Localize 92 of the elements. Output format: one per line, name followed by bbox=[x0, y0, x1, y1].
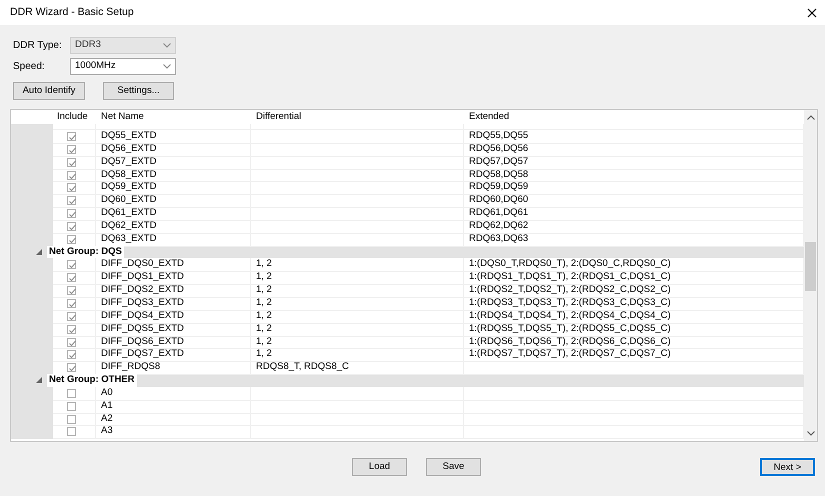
row-header-cell bbox=[11, 425, 53, 440]
footer-button[interactable]: Save bbox=[426, 458, 481, 476]
include-checkbox[interactable] bbox=[67, 427, 76, 436]
include-checkbox[interactable] bbox=[67, 338, 76, 346]
include-checkbox[interactable] bbox=[67, 144, 76, 154]
dropdown: DDR3 bbox=[70, 36, 176, 54]
table-cell: 1:(RDQS2_T,DQS2_T), 2:(RDQS2_C,DQS2_C) bbox=[464, 284, 804, 298]
table-cell: 1:(RDQS4_T,DQS4_T), 2:(RDQS4_C,DQS4_C) bbox=[464, 310, 804, 324]
group-row[interactable]: Net Group: OTHER bbox=[11, 374, 804, 387]
group-label: Net Group: DQS bbox=[47, 246, 124, 258]
group-row[interactable]: Net Group: DQS bbox=[11, 246, 804, 258]
table-cell: DQ61_EXTD bbox=[96, 207, 251, 221]
include-checkbox[interactable] bbox=[67, 298, 76, 308]
table-cell: 1, 2 bbox=[251, 296, 464, 311]
table-cell: 1, 2 bbox=[251, 322, 464, 336]
field-label: Speed: bbox=[13, 60, 46, 74]
table-cell: RDQ56,DQ56 bbox=[464, 142, 804, 157]
include-checkbox[interactable] bbox=[67, 260, 76, 270]
include-checkbox[interactable] bbox=[67, 209, 76, 218]
include-checkbox[interactable] bbox=[67, 183, 76, 192]
table-cell: RDQ61,DQ61 bbox=[464, 207, 804, 221]
table-cell: DIFF_DQS5_EXTD bbox=[96, 322, 251, 336]
include-checkbox[interactable] bbox=[67, 350, 76, 360]
footer-button[interactable]: Load bbox=[352, 458, 407, 476]
table-cell: 1:(RDQS6_T,DQS6_T), 2:(RDQS6_C,DQS6_C) bbox=[464, 336, 804, 350]
include-checkbox[interactable] bbox=[67, 222, 76, 231]
column-header[interactable]: Extended bbox=[464, 110, 804, 124]
include-checkbox[interactable] bbox=[67, 286, 76, 296]
include-checkbox[interactable] bbox=[67, 414, 76, 424]
table-cell: DIFF_DQS4_EXTD bbox=[96, 310, 251, 324]
scrollbar-thumb[interactable] bbox=[805, 242, 816, 291]
column-header[interactable]: Net Name bbox=[96, 110, 251, 124]
column-header[interactable]: Differential bbox=[251, 110, 464, 124]
table-cell: DIFF_DQS2_EXTD bbox=[96, 284, 251, 298]
group-label: Net Group: OTHER bbox=[47, 374, 136, 387]
table-cell: DQ57_EXTD bbox=[96, 156, 251, 170]
table-cell: RDQ55,DQ55 bbox=[464, 130, 804, 144]
include-checkbox[interactable] bbox=[67, 363, 76, 372]
chevron-down-icon bbox=[163, 64, 171, 68]
table-cell: DQ60_EXTD bbox=[96, 194, 251, 208]
table-cell: RDQ59,DQ59 bbox=[464, 181, 804, 196]
table-cell: 1:(RDQS3_T,DQS3_T), 2:(RDQS3_C,DQS3_C) bbox=[464, 296, 804, 311]
table-cell: DQ56_EXTD bbox=[96, 142, 251, 157]
table-cell: 1:(RDQS7_T,DQS7_T), 2:(RDQS7_C,DQS7_C) bbox=[464, 348, 804, 362]
table-cell: DIFF_DQS7_EXTD bbox=[96, 348, 251, 362]
include-checkbox[interactable] bbox=[67, 196, 76, 206]
include-checkbox[interactable] bbox=[67, 312, 76, 321]
table-cell: 1, 2 bbox=[251, 310, 464, 324]
table-cell: RDQ62,DQ62 bbox=[464, 220, 804, 234]
table-cell: RDQ58,DQ58 bbox=[464, 168, 804, 182]
table-cell: 1, 2 bbox=[251, 284, 464, 298]
table-cell: 1:(RDQS5_T,DQS5_T), 2:(RDQS5_C,DQS5_C) bbox=[464, 322, 804, 336]
table-cell: DQ55_EXTD bbox=[96, 130, 251, 144]
action-button[interactable]: Settings... bbox=[103, 82, 174, 100]
table-cell: A3 bbox=[96, 425, 251, 440]
include-checkbox[interactable] bbox=[67, 324, 76, 334]
table-cell: 1, 2 bbox=[251, 271, 464, 286]
table-cell: RDQ60,DQ60 bbox=[464, 194, 804, 208]
table-cell: RDQ57,DQ57 bbox=[464, 156, 804, 170]
include-checkbox[interactable] bbox=[67, 158, 76, 167]
table-cell: DIFF_DQS1_EXTD bbox=[96, 271, 251, 286]
expand-toggle-icon[interactable] bbox=[34, 249, 44, 256]
table-cell: 1, 2 bbox=[251, 258, 464, 272]
table-cell: DQ58_EXTD bbox=[96, 168, 251, 182]
table-cell: 1:(RDQS1_T,DQS1_T), 2:(RDQS1_C,DQS1_C) bbox=[464, 271, 804, 286]
include-checkbox[interactable] bbox=[67, 388, 76, 398]
include-checkbox[interactable] bbox=[67, 234, 76, 244]
include-checkbox[interactable] bbox=[67, 170, 76, 180]
table-cell: DIFF_DQS6_EXTD bbox=[96, 336, 251, 350]
table-cell: DQ59_EXTD bbox=[96, 181, 251, 196]
window-title: DDR Wizard - Basic Setup bbox=[10, 4, 134, 20]
table-cell: 1, 2 bbox=[251, 348, 464, 362]
table-cell: DIFF_DQS0_EXTD bbox=[96, 258, 251, 272]
scroll-down-icon[interactable] bbox=[806, 431, 814, 436]
column-header[interactable]: Include bbox=[53, 110, 96, 124]
field-label: DDR Type: bbox=[13, 38, 63, 52]
table-cell: DIFF_DQS3_EXTD bbox=[96, 296, 251, 311]
table-cell: A1 bbox=[96, 400, 251, 414]
include-checkbox[interactable] bbox=[67, 402, 76, 411]
include-checkbox[interactable] bbox=[67, 132, 76, 141]
scroll-up-icon[interactable] bbox=[806, 115, 814, 120]
table-cell: A2 bbox=[96, 412, 251, 426]
dropdown[interactable]: 1000MHz bbox=[70, 58, 176, 74]
chevron-down-icon bbox=[163, 42, 171, 48]
close-icon[interactable] bbox=[807, 8, 817, 18]
footer-button[interactable]: Next > bbox=[760, 458, 815, 476]
table-cell: A0 bbox=[96, 386, 251, 401]
table-cell: DQ62_EXTD bbox=[96, 220, 251, 234]
include-checkbox[interactable] bbox=[67, 273, 76, 282]
action-button[interactable]: Auto Identify bbox=[13, 82, 85, 100]
table-cell: 1:(DQS0_T,RDQS0_T), 2:(DQS0_C,RDQS0_C) bbox=[464, 258, 804, 272]
table-cell: 1, 2 bbox=[251, 336, 464, 350]
